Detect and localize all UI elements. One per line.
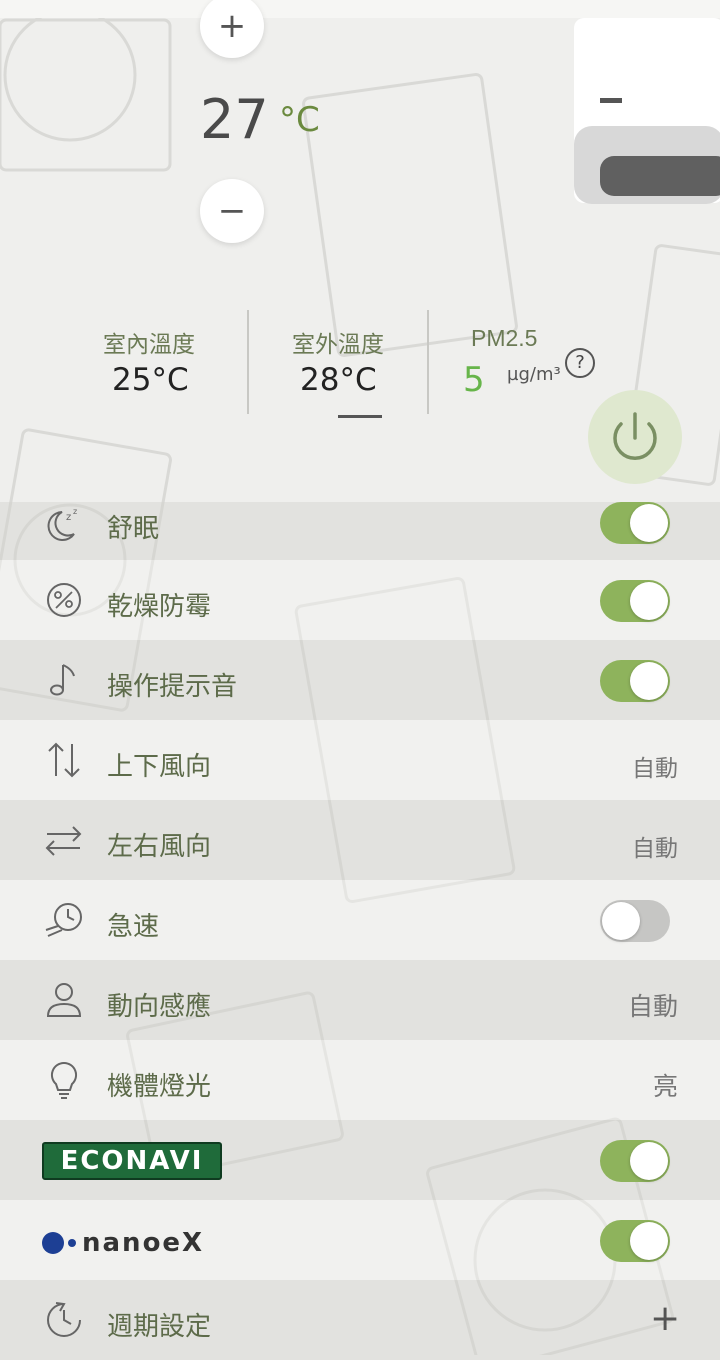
setting-label: 左右風向 xyxy=(107,831,212,861)
moon-sleep-icon: z z xyxy=(47,507,77,541)
lightbulb-icon xyxy=(50,1061,78,1099)
setting-row-horizontal-airflow[interactable]: 左右風向 自動 xyxy=(0,800,720,880)
stats-divider xyxy=(247,310,249,414)
sleep-toggle[interactable] xyxy=(600,502,670,544)
temperature-up-button[interactable]: + xyxy=(200,0,264,58)
setting-row-schedule[interactable]: 週期設定 + xyxy=(0,1280,720,1360)
setting-label: 急速 xyxy=(107,911,160,941)
indoor-temp-value: 25°C xyxy=(112,362,189,398)
setting-row-sleep: z z 舒眠 xyxy=(0,502,720,560)
setting-label: 機體燈光 xyxy=(107,1071,212,1101)
svg-text:z: z xyxy=(66,512,71,523)
status-bar xyxy=(0,0,720,18)
setting-label: 動向感應 xyxy=(107,991,212,1021)
stats-divider xyxy=(427,310,429,414)
setting-row-econavi: ECONAVI xyxy=(0,1120,720,1200)
music-note-icon xyxy=(50,664,75,696)
setting-value: 自動 xyxy=(632,755,678,781)
pm25-label: PM2.5 xyxy=(471,325,538,351)
setting-label: 舒眠 xyxy=(107,513,160,543)
setting-label: 週期設定 xyxy=(107,1311,212,1341)
mold-icon xyxy=(47,583,81,617)
turbo-toggle[interactable] xyxy=(600,900,670,942)
setting-row-turbo: 急速 xyxy=(0,880,720,960)
setting-row-nanoex: nanoeX xyxy=(0,1200,720,1280)
schedule-clock-icon xyxy=(47,1302,81,1337)
temperature-unit: °C xyxy=(279,100,320,140)
nanoex-toggle[interactable] xyxy=(600,1220,670,1262)
outdoor-temp-label: 室外溫度 xyxy=(292,331,384,357)
horizontal-arrows-icon xyxy=(45,826,82,856)
econavi-toggle[interactable] xyxy=(600,1140,670,1182)
fast-clock-icon xyxy=(45,903,82,937)
setting-label: 操作提示音 xyxy=(107,671,238,701)
outdoor-indicator xyxy=(338,415,382,418)
indoor-temp-label: 室內溫度 xyxy=(103,331,195,357)
setting-row-sound: 操作提示音 xyxy=(0,640,720,720)
help-icon[interactable]: ? xyxy=(565,348,595,378)
svg-text:z: z xyxy=(73,507,77,516)
setting-row-vertical-airflow[interactable]: 上下風向 自動 xyxy=(0,720,720,800)
sound-toggle[interactable] xyxy=(600,660,670,702)
setting-row-unit-light[interactable]: 機體燈光 亮 xyxy=(0,1040,720,1120)
setting-value: 亮 xyxy=(652,1073,678,1101)
temperature-down-button[interactable]: − xyxy=(200,179,264,243)
nanoex-label: nanoeX xyxy=(82,1228,205,1258)
dry-mold-toggle[interactable] xyxy=(600,580,670,622)
econavi-logo: ECONAVI xyxy=(42,1142,222,1180)
pm25-value: 5 xyxy=(463,360,485,400)
outdoor-temp-value: 28°C xyxy=(300,362,377,398)
vertical-arrows-icon xyxy=(48,742,80,778)
air-conditioner-icon xyxy=(574,18,720,204)
setting-value: 自動 xyxy=(627,993,678,1021)
setting-label: 上下風向 xyxy=(107,751,212,781)
power-button[interactable] xyxy=(588,390,682,484)
add-schedule-icon[interactable]: + xyxy=(650,1298,680,1339)
setting-row-motion-sensor[interactable]: 動向感應 自動 xyxy=(0,960,720,1040)
setting-label: 乾燥防霉 xyxy=(107,591,212,621)
set-temperature: 27 xyxy=(200,88,269,151)
nanoex-logo: nanoeX xyxy=(42,1228,204,1258)
power-icon xyxy=(613,412,657,461)
person-icon xyxy=(46,983,82,1017)
pm25-unit: µg/m³ xyxy=(507,364,561,385)
setting-row-dry-mold: 乾燥防霉 xyxy=(0,560,720,640)
setting-value: 自動 xyxy=(632,835,678,861)
